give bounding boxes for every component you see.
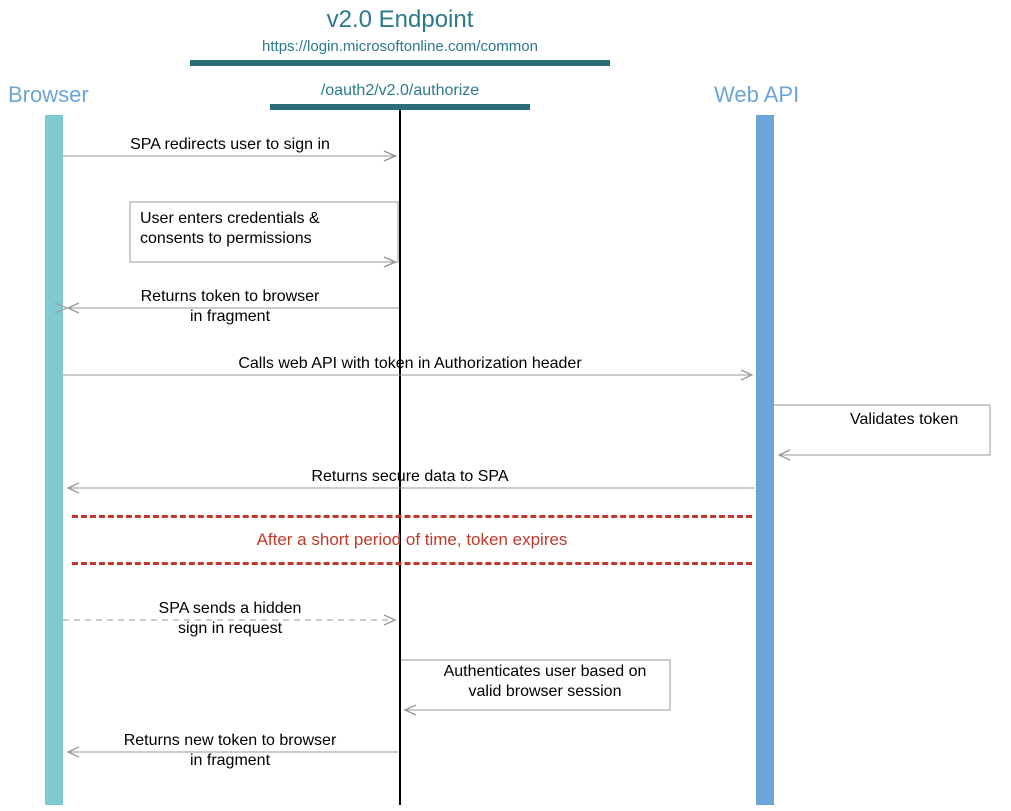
msg-m6: Returns secure data to SPA	[150, 468, 670, 486]
msg-m3a: Returns token to browser	[90, 288, 370, 306]
msg-m2b: consents to permissions	[140, 230, 312, 248]
msg-m8b: sign in request	[90, 620, 370, 638]
msg-m9a: Authenticates user based on	[415, 663, 675, 681]
msg-m10a: Returns new token to browser	[75, 732, 385, 750]
msg-expire: After a short period of time, token expi…	[72, 530, 752, 550]
sequence-diagram: v2.0 Endpoint https://login.microsoftonl…	[0, 0, 1011, 811]
msg-m9b: valid browser session	[415, 683, 675, 701]
msg-m4: Calls web API with token in Authorizatio…	[120, 355, 700, 373]
expire-divider-top	[72, 515, 752, 518]
msg-m2a: User enters credentials &	[140, 210, 320, 228]
expire-divider-bottom	[72, 562, 752, 565]
msg-m1: SPA redirects user to sign in	[80, 136, 380, 154]
msg-m5: Validates token	[850, 411, 958, 429]
msg-m8a: SPA sends a hidden	[90, 600, 370, 618]
msg-m3b: in fragment	[90, 308, 370, 326]
msg-m10b: in fragment	[75, 752, 385, 770]
